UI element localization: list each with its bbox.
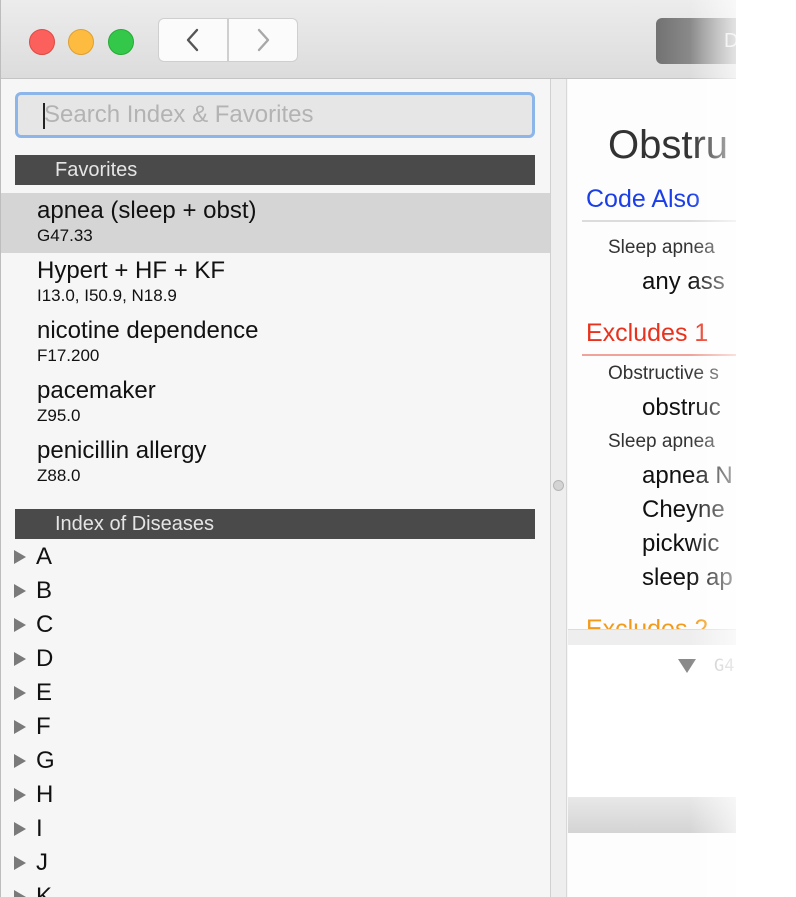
excludes1-rule (582, 354, 736, 356)
minimize-window-button[interactable] (68, 29, 94, 55)
code-tree-row[interactable]: G4 (714, 656, 734, 676)
code-tree-pane (568, 645, 736, 797)
excludes1-term[interactable]: sleep ap (642, 564, 733, 592)
index-letter: C (36, 611, 54, 638)
index-letter: D (36, 645, 54, 672)
index-letter: H (36, 781, 54, 808)
favorite-code: F17.200 (37, 346, 100, 365)
zoom-window-button[interactable] (108, 29, 134, 55)
code-also-sub: Sleep apnea (608, 237, 715, 258)
index-letter: G (36, 747, 55, 774)
code-also-rule (582, 220, 736, 222)
sidebar: Favorites apnea (sleep + obst) G47.33 Hy… (1, 79, 550, 897)
disclosure-triangle-icon[interactable] (14, 686, 26, 700)
index-letter: K (36, 883, 53, 897)
favorite-code: G47.33 (37, 226, 93, 245)
disclosure-triangle-icon[interactable] (14, 822, 26, 836)
favorite-item[interactable]: nicotine dependence F17.200 (1, 313, 550, 373)
code-also-term[interactable]: any ass (642, 268, 725, 296)
text-cursor (43, 103, 45, 129)
disclosure-triangle-icon[interactable] (14, 856, 26, 870)
excludes1-term[interactable]: apnea N (642, 462, 733, 490)
index-letter: J (36, 849, 48, 876)
favorite-item[interactable]: apnea (sleep + obst) G47.33 (1, 193, 550, 253)
favorites-header: Favorites (15, 155, 535, 185)
detail-divider[interactable] (568, 629, 736, 646)
favorite-item[interactable]: penicillin allergy Z88.0 (1, 433, 550, 493)
index-header: Index of Diseases (15, 509, 535, 539)
favorite-name: Hypert + HF + KF (37, 257, 226, 284)
excludes1-sub: Sleep apnea (608, 431, 715, 452)
index-list: A B C D E F G H I J K (1, 540, 550, 897)
index-letter: E (36, 679, 53, 706)
disclosure-triangle-icon[interactable] (14, 754, 26, 768)
forward-button[interactable] (228, 18, 298, 62)
index-row-d[interactable]: D (1, 642, 550, 676)
index-letter: B (36, 577, 53, 604)
favorite-code: Z88.0 (37, 466, 81, 485)
excludes1-term[interactable]: obstruc (642, 394, 721, 422)
code-also-heading: Code Also (586, 185, 700, 213)
favorite-name: apnea (sleep + obst) (37, 197, 257, 224)
detail-title: Obstru (608, 123, 729, 167)
index-row-b[interactable]: B (1, 574, 550, 608)
index-row-e[interactable]: E (1, 676, 550, 710)
disclosure-triangle-icon[interactable] (14, 890, 26, 897)
index-row-i[interactable]: I (1, 812, 550, 846)
divider-handle-icon[interactable] (553, 480, 564, 491)
favorite-code: Z95.0 (37, 406, 81, 425)
disclosure-triangle-icon[interactable] (678, 659, 696, 673)
favorite-name: pacemaker (37, 377, 156, 404)
favorites-list: apnea (sleep + obst) G47.33 Hypert + HF … (1, 193, 550, 493)
favorite-name: nicotine dependence (37, 317, 259, 344)
index-row-g[interactable]: G (1, 744, 550, 778)
search-field[interactable] (15, 92, 535, 138)
index-row-c[interactable]: C (1, 608, 550, 642)
disclosure-triangle-icon[interactable] (14, 550, 26, 564)
favorite-code: I13.0, I50.9, N18.9 (37, 286, 177, 305)
excludes1-term[interactable]: Cheyne (642, 496, 725, 524)
index-letter: F (36, 713, 51, 740)
disclosure-triangle-icon[interactable] (14, 584, 26, 598)
excludes1-term[interactable]: pickwic (642, 530, 719, 558)
index-row-j[interactable]: J (1, 846, 550, 880)
index-row-f[interactable]: F (1, 710, 550, 744)
chevron-right-icon (257, 28, 270, 52)
disclosure-triangle-icon[interactable] (14, 652, 26, 666)
back-button[interactable] (158, 18, 228, 62)
disclosure-triangle-icon[interactable] (14, 720, 26, 734)
disclosure-triangle-icon[interactable] (14, 618, 26, 632)
favorite-item[interactable]: pacemaker Z95.0 (1, 373, 550, 433)
index-row-a[interactable]: A (1, 540, 550, 574)
excludes1-heading: Excludes 1 (586, 319, 709, 347)
favorite-name: penicillin allergy (37, 437, 207, 464)
search-input[interactable] (18, 95, 532, 135)
app-window: D Favorites apnea (sleep + obst) G47.33 … (0, 0, 736, 897)
toolbar-segment-button[interactable]: D (656, 18, 736, 64)
excludes1-sub: Obstructive s (608, 363, 719, 384)
title-bar: D (1, 0, 736, 79)
detail-pane: Obstru Code Also Sleep apnea any ass Exc… (568, 79, 736, 897)
chevron-left-icon (186, 28, 199, 52)
disclosure-triangle-icon[interactable] (14, 788, 26, 802)
index-row-h[interactable]: H (1, 778, 550, 812)
close-window-button[interactable] (29, 29, 55, 55)
index-letter: A (36, 543, 53, 570)
bottom-bar (568, 797, 736, 833)
favorite-item[interactable]: Hypert + HF + KF I13.0, I50.9, N18.9 (1, 253, 550, 313)
index-row-k[interactable]: K (1, 880, 550, 897)
index-letter: I (36, 815, 43, 842)
